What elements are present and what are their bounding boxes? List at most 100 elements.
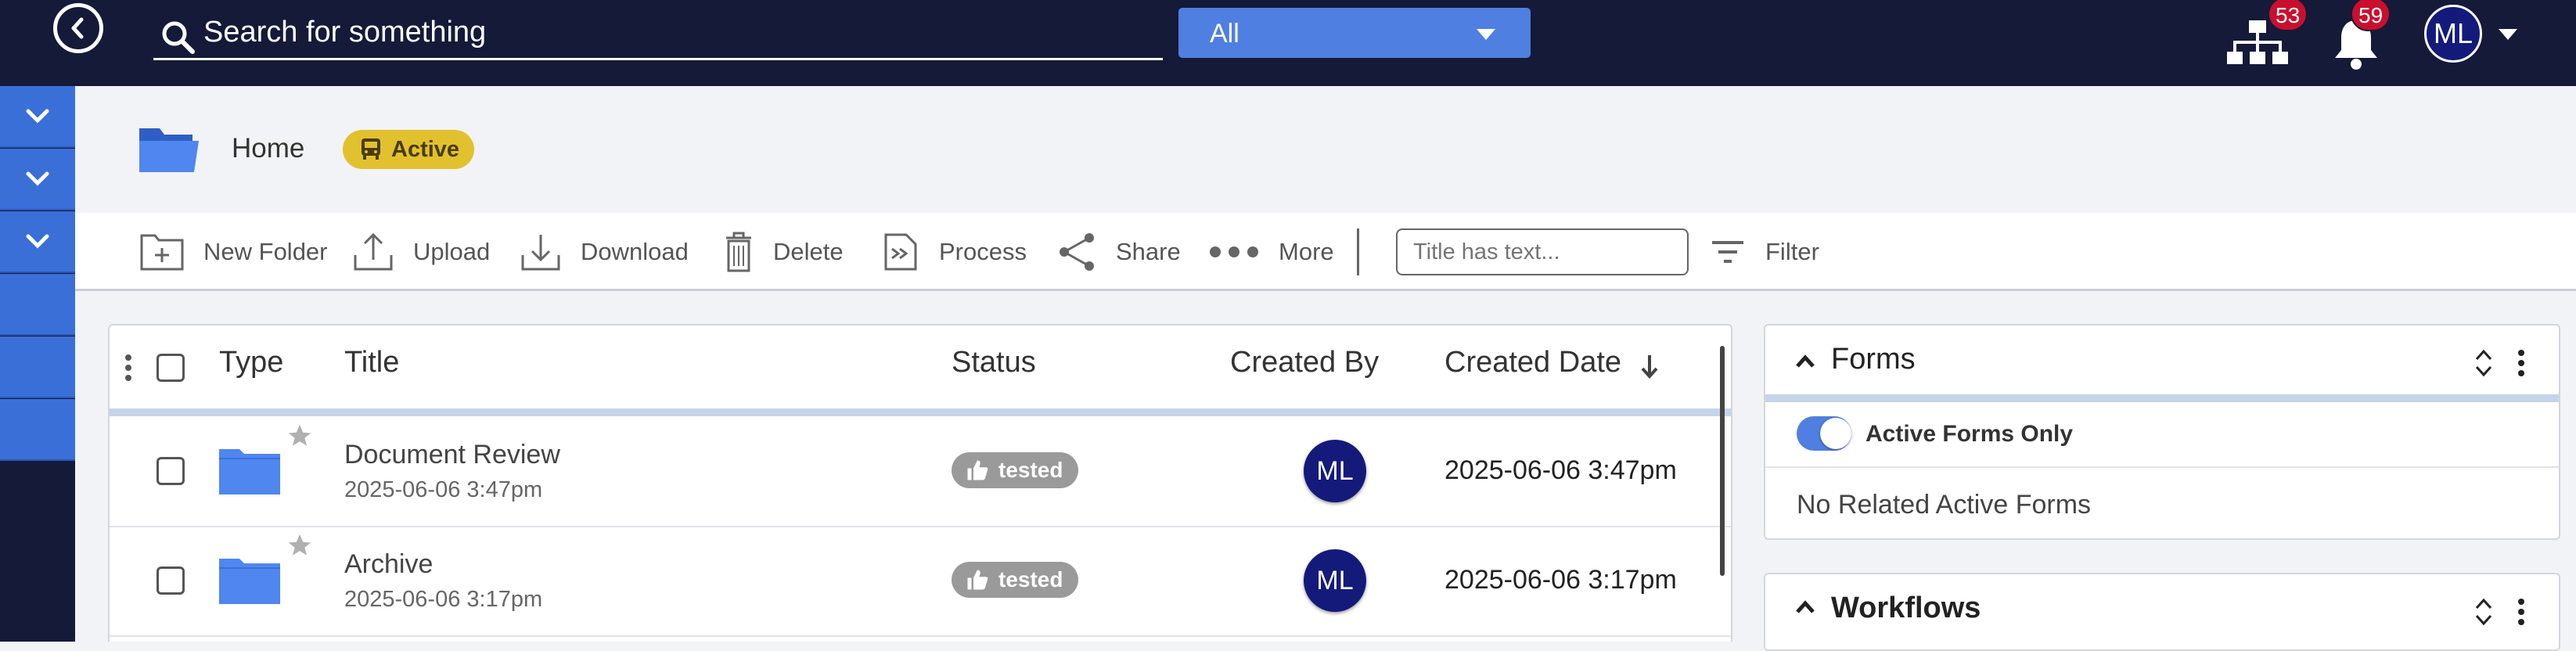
rail-item-4[interactable] [0, 274, 75, 336]
user-avatar-button[interactable]: ML [2424, 5, 2482, 63]
more-dots-icon [1210, 246, 1258, 257]
created-by-initials: ML [1316, 456, 1354, 486]
chevron-up-icon[interactable] [1793, 352, 1817, 371]
rail-item-5[interactable] [0, 336, 75, 398]
title-filter-input[interactable] [1396, 228, 1689, 275]
toggle-knob [1820, 418, 1851, 449]
column-header-type[interactable]: Type [219, 346, 283, 379]
created-by-avatar: ML [1304, 549, 1366, 612]
expand-collapse-icon[interactable] [2473, 596, 2495, 628]
row-subtitle: 2025-06-06 3:47pm [344, 477, 543, 502]
share-icon [1060, 233, 1094, 271]
breadcrumb-home[interactable]: Home [232, 133, 304, 164]
rail-toggle-1[interactable] [0, 86, 75, 148]
select-all-checkbox[interactable] [157, 354, 185, 382]
chevron-down-icon [26, 171, 49, 186]
caret-down-icon [1477, 29, 1495, 40]
row-checkbox[interactable] [157, 566, 185, 595]
forms-panel: Forms Active Forms Only No Related Activ… [1764, 324, 2560, 540]
thumbs-up-icon [967, 570, 988, 590]
download-label: Download [581, 238, 689, 265]
search-box [153, 8, 1163, 60]
folder-icon [139, 128, 199, 172]
search-scope-select[interactable]: All [1178, 8, 1531, 58]
favorite-star-icon[interactable] [286, 532, 313, 559]
left-rail [0, 86, 75, 642]
status-badge: Active [343, 130, 474, 169]
expand-collapse-icon[interactable] [2473, 347, 2495, 379]
row-title[interactable]: Document Review [344, 440, 560, 470]
folder-icon [219, 559, 280, 604]
bus-icon [362, 138, 380, 160]
favorite-star-icon[interactable] [286, 423, 313, 449]
search-icon [162, 21, 195, 54]
panel-menu-icon[interactable] [2517, 598, 2526, 626]
upload-icon [354, 232, 393, 271]
column-header-created-date[interactable]: Created Date [1445, 346, 1621, 379]
delete-label: Delete [773, 238, 844, 265]
chevron-down-icon [26, 234, 49, 249]
search-scope-value: All [1210, 19, 1239, 49]
filter-label: Filter [1765, 238, 1819, 265]
status-pill: tested [952, 562, 1079, 598]
user-menu-caret-icon[interactable] [2496, 27, 2520, 42]
column-header-created-by[interactable]: Created By [1230, 346, 1379, 379]
forms-panel-title: Forms [1831, 343, 1916, 376]
more-label: More [1279, 238, 1334, 265]
created-by-avatar: ML [1304, 440, 1366, 502]
org-chart-badge: 53 [2268, 0, 2308, 31]
chevron-up-icon[interactable] [1793, 598, 1817, 617]
chevron-left-icon [71, 17, 84, 39]
table-row[interactable]: Document Review 2025-06-06 3:47pm tested… [110, 416, 1731, 527]
new-folder-icon [140, 234, 184, 271]
forms-panel-divider [1765, 394, 2559, 402]
row-checkbox[interactable] [157, 457, 185, 485]
rail-toggle-2[interactable] [0, 149, 75, 210]
filter-button[interactable]: Filter [1709, 230, 1819, 274]
back-button[interactable] [53, 3, 103, 53]
download-button[interactable]: Download [520, 230, 689, 274]
new-folder-button[interactable]: New Folder [139, 230, 328, 274]
status-pill: tested [952, 452, 1079, 488]
process-button[interactable]: Process [883, 230, 1027, 274]
rail-toggle-3[interactable] [0, 211, 75, 273]
status-badge-label: Active [391, 137, 460, 162]
download-icon [521, 235, 560, 271]
trash-icon [726, 232, 751, 272]
search-input[interactable] [202, 13, 1144, 52]
delete-button[interactable]: Delete [723, 230, 844, 274]
documents-table: Type Title Status Created By Created Dat… [108, 324, 1732, 642]
row-created-date: 2025-06-06 3:17pm [1445, 565, 1677, 595]
row-title[interactable]: Archive [344, 549, 433, 580]
row-created-date: 2025-06-06 3:47pm [1445, 455, 1677, 485]
column-menu-icon[interactable] [124, 354, 133, 382]
new-folder-label: New Folder [203, 238, 328, 265]
folder-icon [219, 449, 280, 495]
user-initials: ML [2433, 17, 2473, 49]
sort-arrow-down-icon[interactable] [1639, 352, 1660, 380]
status-pill-label: tested [998, 567, 1063, 592]
column-header-title[interactable]: Title [344, 346, 399, 379]
rail-item-6[interactable] [0, 399, 75, 461]
header-divider [110, 408, 1731, 416]
thumbs-up-icon [967, 460, 988, 480]
row-subtitle: 2025-06-06 3:17pm [344, 587, 543, 612]
more-button[interactable]: More [1208, 230, 1334, 274]
active-forms-toggle[interactable] [1797, 416, 1851, 451]
upload-label: Upload [413, 238, 491, 265]
created-by-initials: ML [1316, 566, 1354, 595]
filter-icon [1712, 241, 1743, 263]
table-row[interactable]: Archive 2025-06-06 3:17pm tested ML 2025… [110, 526, 1731, 637]
workflows-panel: Workflows [1764, 573, 2560, 651]
chevron-down-icon [26, 109, 49, 124]
forms-empty-text: No Related Active Forms [1797, 490, 2092, 520]
notifications-badge: 59 [2351, 0, 2391, 31]
upload-button[interactable]: Upload [352, 230, 490, 274]
share-button[interactable]: Share [1058, 230, 1181, 274]
table-scrollbar[interactable] [1720, 346, 1725, 576]
column-header-status[interactable]: Status [952, 346, 1036, 379]
status-pill-label: tested [998, 458, 1063, 482]
panel-menu-icon[interactable] [2517, 349, 2526, 377]
share-label: Share [1116, 238, 1181, 265]
toolbar-divider [1357, 228, 1359, 275]
